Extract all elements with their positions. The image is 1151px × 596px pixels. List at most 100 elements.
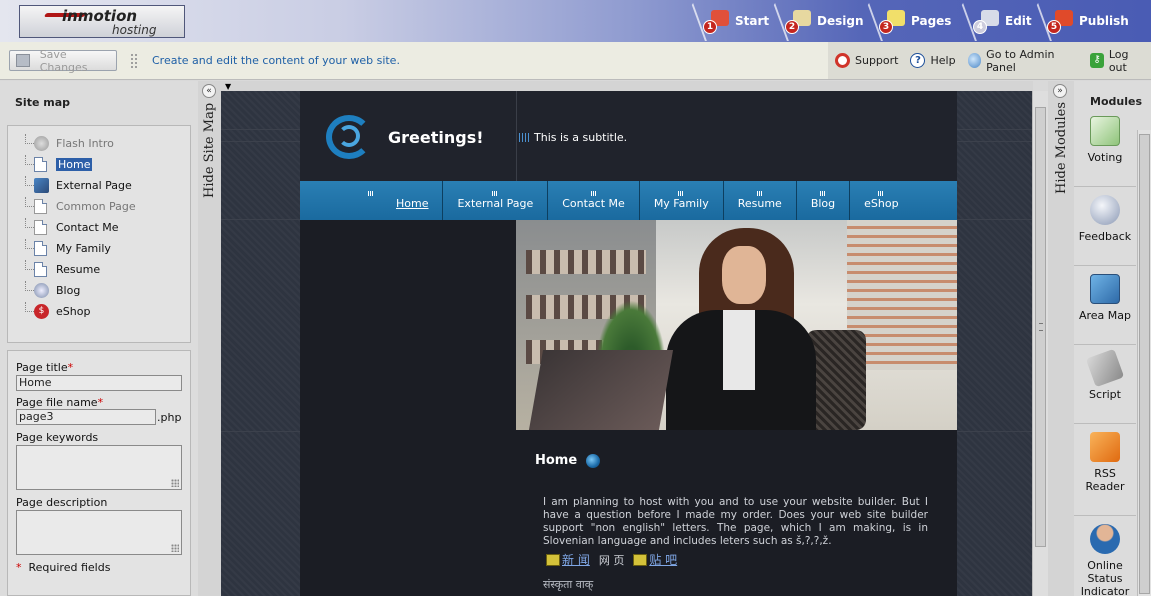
tree-item-resume[interactable]: Resume	[25, 260, 100, 278]
support-link[interactable]: Support	[835, 53, 898, 68]
tree-item-flash-intro[interactable]: Flash Intro	[25, 134, 114, 152]
module-area-map[interactable]: Area Map	[1074, 268, 1136, 345]
nav-contact-me[interactable]: Contact Me	[548, 181, 639, 220]
page-icon	[34, 219, 47, 235]
nav-my-family[interactable]: My Family	[640, 181, 723, 220]
hero-photo	[516, 220, 957, 430]
forum-link[interactable]: 贴 吧	[633, 551, 677, 568]
help-label: Help	[930, 54, 956, 67]
module-label: Online Status Indicator	[1080, 559, 1130, 596]
eshop-dollar-icon: $	[34, 303, 49, 319]
logout-link[interactable]: ⚷ Log out	[1090, 48, 1146, 74]
site-nav: Home External Page Contact Me My Family …	[300, 181, 957, 220]
pages-icon: 3	[879, 8, 905, 34]
nav-home[interactable]: Home	[300, 181, 442, 220]
scrollbar-thumb[interactable]	[1035, 107, 1046, 547]
website-preview: Greetings! This is a subtitle. Home Exte…	[300, 91, 957, 596]
webpage-text: 网 页	[598, 553, 625, 567]
hide-modules-label[interactable]: Hide Modules	[1054, 102, 1069, 194]
tree-item-label: Home	[56, 157, 93, 171]
subtitle-bars-icon	[519, 133, 531, 142]
site-header: Greetings! This is a subtitle.	[300, 91, 957, 181]
modules-scrollbar-thumb[interactable]	[1139, 134, 1150, 594]
module-voting[interactable]: Voting	[1074, 110, 1136, 187]
nav-external-page[interactable]: External Page	[443, 181, 547, 220]
modules-scrollbar[interactable]	[1137, 130, 1151, 596]
toolbar: Save Changes Create and edit the content…	[0, 42, 1151, 80]
step-design[interactable]: 2 Design	[785, 0, 864, 42]
logout-key-icon: ⚷	[1090, 53, 1104, 68]
page-icon	[34, 240, 47, 256]
help-link[interactable]: ? Help	[910, 53, 956, 68]
save-changes-button[interactable]: Save Changes	[9, 47, 117, 74]
site-title[interactable]: Greetings!	[388, 128, 484, 147]
publish-icon: 5	[1047, 8, 1073, 34]
module-feedback[interactable]: Feedback	[1074, 189, 1136, 266]
nav-eshop[interactable]: eShop	[850, 181, 912, 220]
step-publish[interactable]: 5 Publish	[1047, 0, 1129, 42]
tree-item-label: Contact Me	[56, 220, 119, 234]
step-separator	[1031, 0, 1045, 42]
news-link[interactable]: 新 闻	[546, 551, 590, 568]
tree-item-home[interactable]: Home	[25, 155, 93, 173]
tree-item-contact-me[interactable]: Contact Me	[25, 218, 119, 236]
site-map-splitter[interactable]: « Hide Site Map	[198, 81, 221, 596]
heading-bullet-icon	[586, 453, 601, 468]
page-keywords-input[interactable]	[16, 445, 182, 490]
voting-check-icon	[1090, 116, 1120, 146]
help-question-icon: ?	[910, 53, 926, 68]
module-online-status[interactable]: Online Status Indicator	[1074, 518, 1136, 596]
tree-item-common-page[interactable]: Common Page	[25, 197, 136, 215]
nav-blog[interactable]: Blog	[797, 181, 849, 220]
step-pages-label: Pages	[911, 14, 952, 28]
design-icon: 2	[785, 8, 811, 34]
step-pages[interactable]: 3 Pages	[879, 0, 951, 42]
page-content[interactable]: Home I am planning to host with you and …	[516, 430, 957, 596]
start-icon: 1	[703, 8, 729, 34]
site-subtitle-text: This is a subtitle.	[534, 131, 628, 144]
module-script[interactable]: Script	[1074, 347, 1136, 424]
step-edit[interactable]: 4 Edit	[973, 0, 1032, 42]
modules-splitter[interactable]: » Hide Modules	[1048, 81, 1074, 596]
page-body-text[interactable]: I am planning to host with you and to us…	[543, 496, 928, 548]
page-icon	[34, 156, 47, 172]
nav-resume[interactable]: Resume	[724, 181, 796, 220]
canvas-scrollbar[interactable]	[1032, 91, 1048, 596]
required-note: * Required fields	[16, 561, 111, 574]
tree-item-label: My Family	[56, 241, 111, 255]
step-start[interactable]: 1 Start	[703, 0, 769, 42]
tree-item-external-page[interactable]: External Page	[25, 176, 132, 194]
collapse-left-icon[interactable]: «	[202, 84, 216, 98]
file-extension: .php	[157, 411, 182, 424]
rss-icon	[1090, 432, 1120, 462]
site-logo-icon	[326, 115, 374, 159]
save-changes-label: Save Changes	[39, 47, 88, 74]
step-separator	[768, 0, 782, 42]
page-file-name-input[interactable]: page3	[16, 409, 156, 425]
feedback-icon	[1090, 195, 1120, 225]
page-icon	[34, 198, 47, 214]
module-rss-reader[interactable]: RSS Reader	[1074, 426, 1136, 516]
admin-panel-link[interactable]: Go to Admin Panel	[967, 48, 1079, 74]
book-icon	[546, 553, 560, 566]
page-title-input[interactable]: Home	[16, 375, 182, 391]
toolbar-grip-icon	[130, 53, 138, 69]
tree-item-eshop[interactable]: $ eShop	[25, 302, 90, 320]
site-subtitle[interactable]: This is a subtitle.	[519, 131, 627, 144]
step-separator	[956, 0, 970, 42]
tree-item-blog[interactable]: Blog	[25, 281, 80, 299]
page-icon	[34, 261, 47, 277]
tree-item-label: Flash Intro	[56, 136, 114, 150]
page-keywords-label: Page keywords	[16, 431, 99, 444]
external-page-icon	[34, 177, 49, 193]
caret-down-icon: ▼	[225, 82, 232, 91]
tree-item-my-family[interactable]: My Family	[25, 239, 111, 257]
site-map-panel: Site map Flash Intro Home External Page …	[0, 81, 198, 596]
module-label: Script	[1089, 388, 1121, 401]
hide-site-map-label[interactable]: Hide Site Map	[202, 103, 217, 198]
support-label: Support	[855, 54, 899, 67]
hindi-text: संस्कृता वाक्	[543, 578, 594, 591]
tree-item-label: Common Page	[56, 199, 136, 213]
page-description-input[interactable]	[16, 510, 182, 555]
collapse-right-icon[interactable]: »	[1053, 84, 1067, 98]
